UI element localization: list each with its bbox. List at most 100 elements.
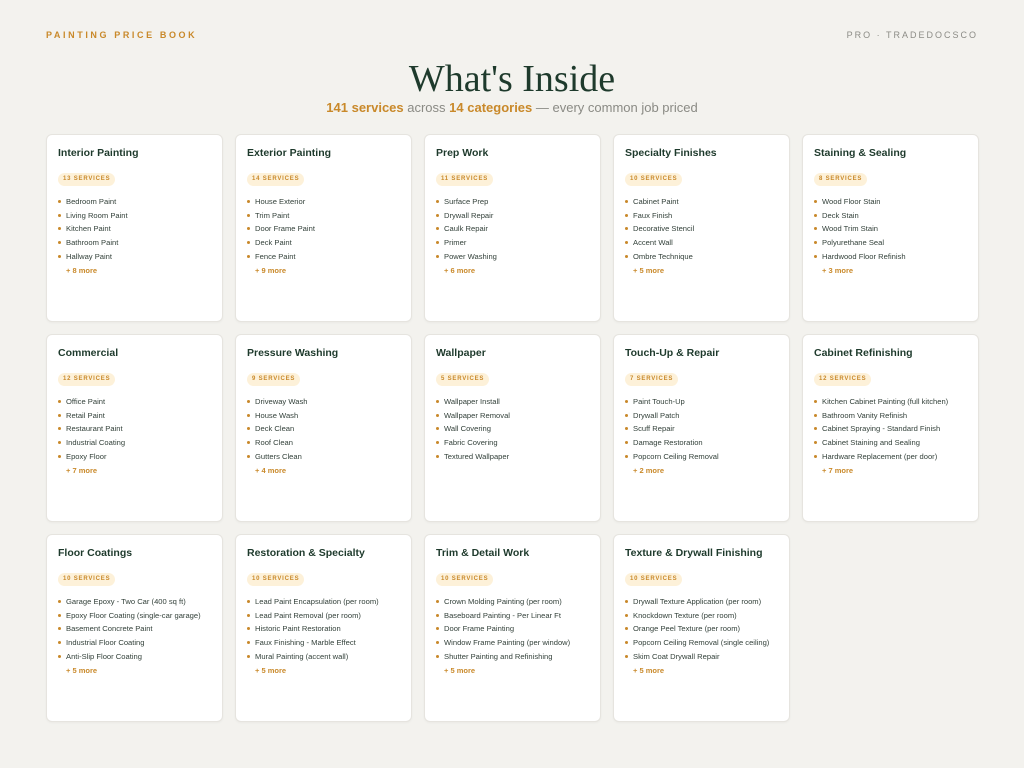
category-title: Touch-Up & Repair (625, 347, 720, 359)
service-item: Kitchen Paint (58, 222, 211, 236)
service-item: Anti-Slip Floor Coating (58, 650, 211, 664)
more-services-link: + 5 more (66, 665, 98, 675)
service-list: Wallpaper Install Wallpaper Removal Wall C… (436, 395, 589, 464)
service-item: Hardwood Floor Refinish (814, 250, 967, 264)
service-item: Wood Floor Stain (814, 195, 967, 209)
category-card: Specialty Finishes 10 SERVICES Cabinet Pai… (613, 134, 790, 322)
service-list: Cabinet Paint Faux Finish Decorative Stenc… (625, 195, 778, 264)
service-item: Trim Paint (247, 209, 400, 223)
service-item: Faux Finish (625, 209, 778, 223)
service-item: Primer (436, 236, 589, 250)
service-list: Driveway Wash House Wash Deck Clean Roof Cl… (247, 395, 400, 464)
category-title: Floor Coatings (58, 547, 133, 559)
service-item: Bedroom Paint (58, 195, 211, 209)
service-item: Power Washing (436, 250, 589, 264)
more-services-link: + 6 more (444, 265, 476, 275)
service-item: Lead Paint Removal (per room) (247, 609, 400, 623)
service-item: Industrial Coating (58, 436, 211, 450)
service-list: Office Paint Retail Paint Restaurant Paint… (58, 395, 211, 464)
service-item: Kitchen Cabinet Painting (full kitchen) (814, 395, 967, 409)
more-services-link: + 5 more (444, 665, 476, 675)
service-item: Living Room Paint (58, 209, 211, 223)
service-list: Garage Epoxy - Two Car (400 sq ft) Epoxy … (58, 595, 211, 664)
category-title: Exterior Painting (247, 147, 332, 159)
service-item: Garage Epoxy - Two Car (400 sq ft) (58, 595, 211, 609)
service-item: Deck Clean (247, 422, 400, 436)
service-item: Crown Molding Painting (per room) (436, 595, 589, 609)
category-title: Staining & Sealing (814, 147, 907, 159)
subtitle-across: across (403, 100, 450, 115)
category-title: Restoration & Specialty (247, 547, 365, 559)
service-item: Basement Concrete Paint (58, 622, 211, 636)
service-item: Driveway Wash (247, 395, 400, 409)
service-item: Cabinet Paint (625, 195, 778, 209)
service-item: Wallpaper Install (436, 395, 589, 409)
category-grid: Interior Painting 13 SERVICES Bedroom Pain… (46, 134, 979, 722)
service-item: Baseboard Painting - Per Linear Ft (436, 609, 589, 623)
more-services-link: + 8 more (66, 265, 98, 275)
service-item: Fence Paint (247, 250, 400, 264)
category-title: Wallpaper (436, 347, 486, 359)
service-item: Deck Paint (247, 236, 400, 250)
more-services-link: + 2 more (633, 465, 665, 475)
pro-label: PRO · TRADEDOCSCO (846, 30, 978, 40)
service-item: Deck Stain (814, 209, 967, 223)
service-item: Door Frame Painting (436, 622, 589, 636)
page-title: What's Inside (408, 58, 616, 100)
services-count-badge: 10 SERVICES (625, 173, 683, 186)
service-list: Drywall Texture Application (per room) Kn… (625, 595, 778, 664)
service-list: Surface Prep Drywall Repair Caulk Repair Pr… (436, 195, 589, 264)
category-card: Floor Coatings 10 SERVICES Garage Epoxy - … (46, 534, 223, 722)
service-list: Crown Molding Painting (per room) Baseboa… (436, 595, 589, 664)
category-title: Specialty Finishes (625, 147, 717, 159)
service-item: Scuff Repair (625, 422, 778, 436)
services-count-badge: 9 SERVICES (247, 373, 301, 386)
service-item: Door Frame Paint (247, 222, 400, 236)
service-item: Restaurant Paint (58, 422, 211, 436)
services-count-badge: 7 SERVICES (625, 373, 679, 386)
category-title: Cabinet Refinishing (814, 347, 913, 359)
category-card: Exterior Painting 14 SERVICES House Exteri… (235, 134, 412, 322)
category-title: Interior Painting (58, 147, 139, 159)
more-services-link: + 5 more (255, 665, 287, 675)
service-item: Drywall Repair (436, 209, 589, 223)
service-item: Polyurethane Seal (814, 236, 967, 250)
service-list: Lead Paint Encapsulation (per room) Lead … (247, 595, 400, 664)
service-item: Drywall Patch (625, 409, 778, 423)
category-card: Restoration & Specialty 10 SERVICES Lead P… (235, 534, 412, 722)
service-item: Skim Coat Drywall Repair (625, 650, 778, 664)
category-card: Texture & Drywall Finishing 10 SERVICES Dr… (613, 534, 790, 722)
subtitle-tail: — every common job priced (532, 100, 698, 115)
service-item: Office Paint (58, 395, 211, 409)
service-item: Ombre Technique (625, 250, 778, 264)
service-item: Bathroom Paint (58, 236, 211, 250)
services-count: 141 services (326, 100, 404, 115)
service-list: Bedroom Paint Living Room Paint Kitchen Pa… (58, 195, 211, 264)
service-item: Paint Touch-Up (625, 395, 778, 409)
service-item: Epoxy Floor (58, 450, 211, 464)
service-item: Hardware Replacement (per door) (814, 450, 967, 464)
services-count-badge: 12 SERVICES (58, 373, 116, 386)
services-count-badge: 10 SERVICES (247, 573, 305, 586)
category-card: Pressure Washing 9 SERVICES Driveway Wash H… (235, 334, 412, 522)
service-item: Wall Covering (436, 422, 589, 436)
service-item: Epoxy Floor Coating (single-car garage) (58, 609, 211, 623)
services-count-badge: 12 SERVICES (814, 373, 872, 386)
services-count-badge: 14 SERVICES (247, 173, 305, 186)
service-list: House Exterior Trim Paint Door Frame Paint… (247, 195, 400, 264)
category-card: Prep Work 11 SERVICES Surface Prep Drywall … (424, 134, 601, 322)
service-item: Faux Finishing - Marble Effect (247, 636, 400, 650)
category-title: Texture & Drywall Finishing (625, 547, 763, 559)
service-item: Drywall Texture Application (per room) (625, 595, 778, 609)
services-count-badge: 13 SERVICES (58, 173, 116, 186)
service-item: Cabinet Staining and Sealing (814, 436, 967, 450)
service-item: Popcorn Ceiling Removal (single ceiling) (625, 636, 778, 650)
categories-count: 14 categories (449, 100, 533, 115)
service-item: Surface Prep (436, 195, 589, 209)
category-title: Commercial (58, 347, 119, 359)
service-item: Orange Peel Texture (per room) (625, 622, 778, 636)
category-card: Trim & Detail Work 10 SERVICES Crown Moldi… (424, 534, 601, 722)
service-item: Accent Wall (625, 236, 778, 250)
more-services-link: + 5 more (633, 265, 665, 275)
more-services-link: + 7 more (66, 465, 98, 475)
